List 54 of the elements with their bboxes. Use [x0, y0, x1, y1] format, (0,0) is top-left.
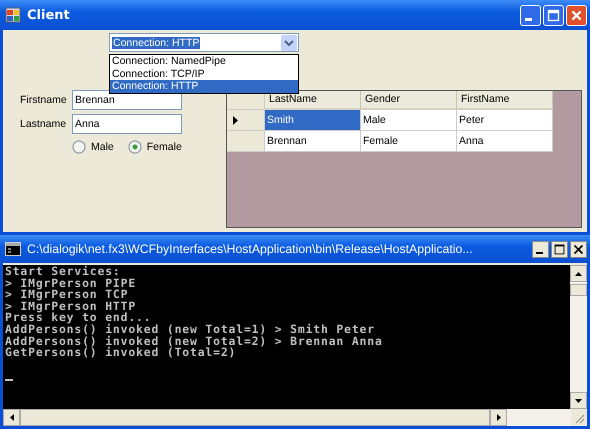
- table-cell: Smith: [265, 110, 361, 131]
- console-line: AddPersons() invoked (new Total=2) > Brennan Anna: [5, 336, 384, 348]
- console-line: > IMgrPerson TCP: [5, 289, 130, 301]
- table-cell: Female: [361, 131, 457, 152]
- table-cell: Peter: [457, 110, 553, 131]
- scroll-down-button[interactable]: [570, 392, 587, 409]
- minimize-icon: [536, 252, 542, 254]
- app-icon: [5, 7, 21, 23]
- cursor-icon: [5, 379, 13, 382]
- table-cell: Anna: [457, 131, 553, 152]
- vertical-scrollbar[interactable]: [570, 265, 587, 409]
- dropdown-option[interactable]: Connection: TCP/IP: [110, 68, 298, 80]
- maximize-button[interactable]: [551, 240, 568, 258]
- resize-grip-icon[interactable]: [573, 412, 585, 424]
- minimize-button[interactable]: [532, 240, 549, 258]
- window-title: Client: [27, 8, 71, 22]
- scroll-up-button[interactable]: [570, 265, 587, 282]
- minimize-icon: [525, 18, 532, 21]
- connection-dropdown[interactable]: Connection: HTTP: [109, 33, 299, 52]
- column-header[interactable]: Gender: [361, 91, 457, 110]
- input-field[interactable]: Anna: [72, 114, 182, 134]
- current-row-icon: [233, 116, 238, 124]
- console-line: GetPersons() invoked (Total=2): [5, 347, 236, 359]
- console-icon: [5, 242, 21, 256]
- scroll-thumb[interactable]: [570, 284, 587, 296]
- down-arrow-icon: [575, 398, 582, 402]
- up-arrow-icon: [575, 272, 582, 276]
- dropdown-value: Connection: HTTP: [112, 36, 200, 48]
- console-line: AddPersons() invoked (new Total=1) > Smith Peter: [5, 324, 376, 336]
- radio-icon[interactable]: [72, 140, 86, 154]
- dropdown-option[interactable]: Connection: NamedPipe: [110, 55, 298, 68]
- close-button[interactable]: [570, 240, 587, 258]
- console-line: > IMgrPerson HTTP: [5, 300, 136, 312]
- radio-button[interactable]: Female: [128, 140, 182, 154]
- table-cell: Male: [361, 110, 457, 131]
- table-cell: Brennan: [265, 131, 361, 152]
- column-header[interactable]: LastName: [265, 91, 361, 110]
- scroll-right-button[interactable]: [490, 409, 507, 426]
- field-label: Firstname: [20, 94, 68, 106]
- row-header[interactable]: [227, 110, 265, 131]
- radio-button[interactable]: Male: [72, 140, 114, 154]
- horizontal-scrollbar[interactable]: [3, 409, 571, 426]
- right-arrow-icon: [496, 414, 500, 421]
- left-arrow-icon: [10, 414, 14, 421]
- console-line: Start Services:: [5, 266, 122, 278]
- radio-icon[interactable]: [128, 140, 142, 154]
- scroll-thumb[interactable]: [20, 409, 490, 426]
- console-line: > IMgrPerson PIPE: [5, 278, 138, 290]
- field-label: Lastname: [20, 118, 68, 130]
- column-header[interactable]: FirstName: [457, 91, 553, 110]
- console-line: Press key to end...: [5, 312, 152, 324]
- scroll-left-button[interactable]: [3, 409, 20, 426]
- window-title: C:\dialogik\net.fx3\WCFbyInterfaces\HostApplication\bin\Release\HostApplicatio...: [27, 242, 474, 256]
- dropdown-option[interactable]: Connection: HTTP: [110, 80, 298, 92]
